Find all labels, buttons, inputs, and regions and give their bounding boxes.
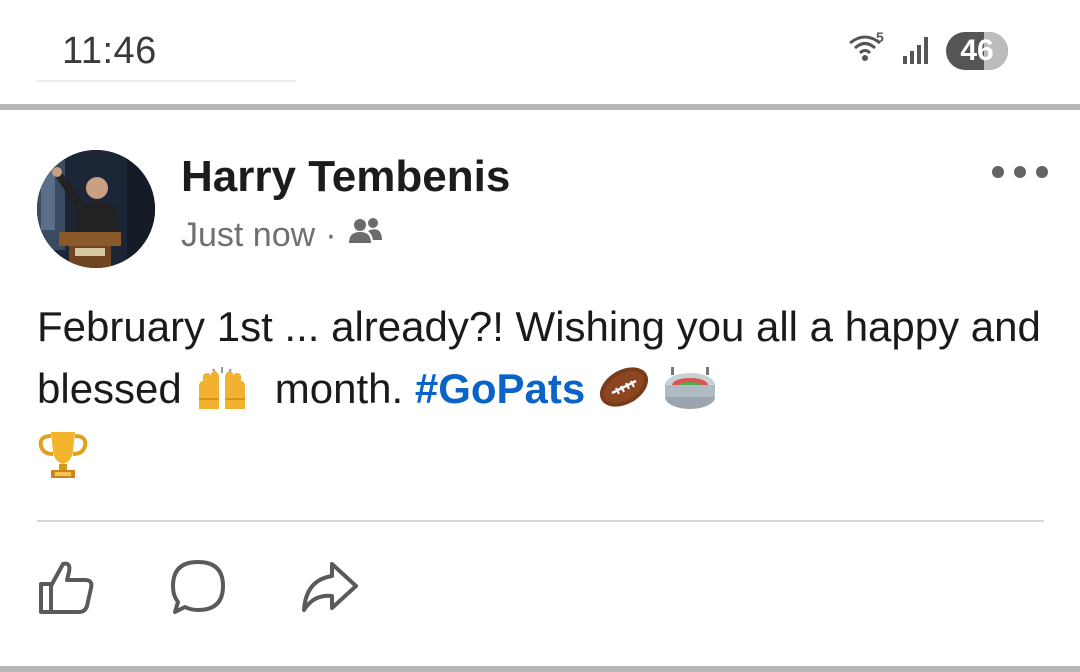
trophy-icon [37,428,89,499]
post-actions [36,556,360,618]
status-bar: 11:46 5 46 [0,0,1080,104]
hashtag-link[interactable]: #GoPats [415,365,585,412]
comment-icon [171,560,225,614]
like-button[interactable] [36,556,96,618]
avatar[interactable] [37,150,155,268]
thumbs-up-icon [39,561,94,614]
football-icon [597,363,651,428]
actions-divider [37,520,1044,522]
post-card: Harry Tembenis Just now · February 1st .… [0,110,1080,666]
wifi-label: 5 [876,29,884,45]
status-underline [36,80,296,82]
author-name[interactable]: Harry Tembenis [181,152,510,202]
bottom-divider [0,666,1080,672]
comment-button[interactable] [168,556,228,618]
raising-hands-icon [193,365,251,428]
stadium-icon [663,363,717,428]
more-options-button[interactable] [992,162,1048,182]
more-dot-3 [1036,166,1048,178]
share-button[interactable] [300,556,360,618]
status-time: 11:46 [62,30,157,72]
post-meta: Just now · [181,216,383,255]
meta-separator: · [325,216,337,254]
battery-level: 46 [960,34,994,67]
status-icons: 5 46 [848,29,1008,70]
signal-icon [902,34,932,69]
wifi-icon: 5 [848,29,888,69]
more-dot-1 [992,166,1004,178]
post-timestamp[interactable]: Just now [181,216,315,255]
more-dot-2 [1014,166,1026,178]
share-icon [302,562,358,612]
post-text: February 1st ... already?! Wishing you a… [37,296,1047,499]
post-text-part2: month. [274,365,404,412]
friends-icon[interactable] [347,216,383,255]
battery-icon: 46 [946,32,1008,70]
